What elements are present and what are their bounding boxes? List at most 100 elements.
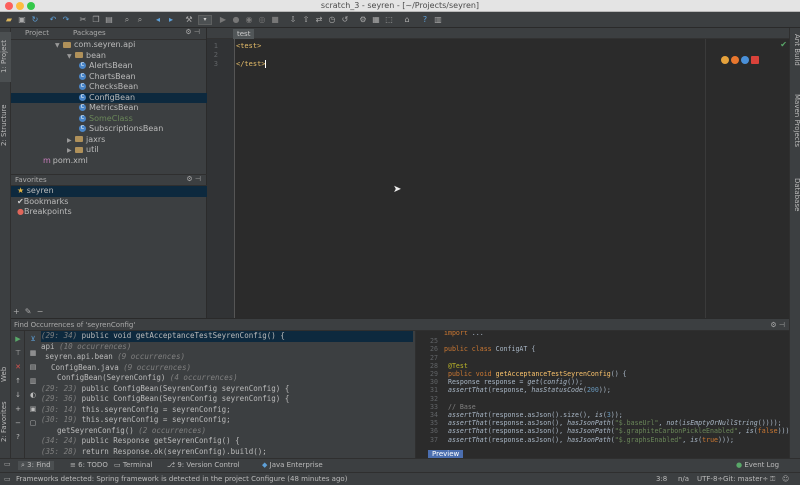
occurrence-row[interactable]: (29: 34) public void getAcceptanceTestSe… [41, 331, 413, 342]
pin-icon[interactable]: ⊤ [14, 349, 22, 357]
tree-item[interactable]: ▼ bean [11, 51, 207, 62]
settings-icon[interactable]: ⚙ [358, 15, 368, 25]
tree-item[interactable]: ▶ jaxrs [11, 135, 207, 146]
line-separator[interactable]: n/a [678, 475, 689, 483]
filter-icon[interactable]: ⊻ [29, 335, 37, 343]
tab-ant-build[interactable]: Ant Build [790, 34, 800, 84]
merge-icon[interactable]: ▣ [29, 405, 37, 413]
occurrence-row[interactable]: ConfigBean.java (9 occurrences) [41, 363, 413, 374]
chevron-down-icon[interactable]: ▼ [55, 42, 61, 49]
opera-icon[interactable] [751, 56, 759, 64]
tab-terminal[interactable]: ▭ Terminal [114, 461, 152, 469]
occurrence-row[interactable]: (29: 23) public ConfigBean(SeyrenConfig … [41, 384, 413, 395]
tree-item[interactable]: C ConfigBean [11, 92, 207, 103]
panel-toggle-icon[interactable]: ▭ [4, 460, 11, 468]
caret-position[interactable]: 3:8 [656, 475, 667, 483]
group-method-icon[interactable]: ◐ [29, 391, 37, 399]
close-find-icon[interactable]: ✕ [14, 363, 22, 371]
lock-icon[interactable]: ⚿ [770, 475, 775, 484]
find-icon[interactable]: ⌕ [122, 15, 132, 25]
coverage-icon[interactable]: ◉ [244, 15, 254, 25]
tree-item[interactable]: C ChecksBean [11, 82, 207, 93]
tree-item[interactable]: C MetricsBean [11, 103, 207, 114]
occurrence-row[interactable]: (29: 36) public ConfigBean(SeyrenConfig … [41, 394, 413, 405]
help-icon[interactable]: ? [420, 15, 430, 25]
tab-event-log[interactable]: ● Event Log [736, 461, 779, 469]
tree-item[interactable]: C AlertsBean [11, 61, 207, 72]
favorites-settings-icon[interactable]: ⚙ ⊣ [186, 175, 201, 183]
collapse-all-icon[interactable]: − [14, 419, 22, 427]
git-branch[interactable]: Git: master÷ [723, 475, 768, 483]
code-area[interactable] [235, 39, 705, 318]
make-project-icon[interactable]: ⚒ [184, 15, 194, 25]
occurrence-row[interactable]: (30: 14) this.seyrenConfig = seyrenConfi… [41, 405, 413, 416]
group-module-icon[interactable]: ▦ [29, 349, 37, 357]
inspection-ok-icon[interactable]: ✔ [780, 40, 787, 49]
stop-icon[interactable]: ■ [270, 15, 280, 25]
tab-packages-view[interactable]: Packages [73, 29, 106, 37]
occurrence-row[interactable]: (34: 24) public Response getSeyrenConfig… [41, 436, 413, 447]
preview-toggle-icon[interactable]: ▢ [29, 419, 37, 427]
cut-icon[interactable]: ✂ [78, 15, 88, 25]
favorite-item[interactable]: ✔Bookmarks [11, 197, 207, 208]
run-icon[interactable]: ▶ [218, 15, 228, 25]
paste-icon[interactable]: ▤ [104, 15, 114, 25]
previous-occurrence-icon[interactable]: ↑ [14, 377, 22, 385]
revert-icon[interactable]: ↺ [340, 15, 350, 25]
occurrence-row[interactable]: api (10 occurrences) [41, 342, 413, 353]
safari-icon[interactable] [741, 56, 749, 64]
undo-icon[interactable]: ↶ [48, 15, 58, 25]
editor-tab-test[interactable]: test [233, 29, 255, 39]
tab-java-enterprise[interactable]: ◆ Java Enterprise [262, 461, 323, 469]
tab-project-view[interactable]: Project [25, 29, 49, 37]
help-icon[interactable]: ? [14, 433, 22, 441]
forward-icon[interactable]: ▸ [166, 15, 176, 25]
sync-icon[interactable]: ↻ [30, 15, 40, 25]
tab-web[interactable]: Web [0, 364, 11, 384]
file-encoding[interactable]: UTF-8÷ [697, 475, 723, 483]
status-message[interactable]: Frameworks detected: Spring framework is… [16, 475, 347, 483]
profile-icon[interactable]: ◎ [257, 15, 267, 25]
occurrence-row[interactable]: ConfigBean(SeyrenConfig) (4 occurrences) [41, 373, 413, 384]
tree-item[interactable]: C SomeClass [11, 114, 207, 125]
vcs-commit-icon[interactable]: ⇧ [301, 15, 311, 25]
status-bar-toggle-icon[interactable]: ▭ [4, 475, 11, 483]
chevron-right-icon[interactable]: ▶ [67, 147, 73, 154]
tab-version-control[interactable]: ⎇ 9: Version Control [167, 461, 240, 469]
android-icon[interactable]: ⌂ [402, 15, 412, 25]
favorite-item[interactable]: ●Breakpoints [11, 207, 207, 218]
occurrence-row[interactable]: (30: 19) this.seyrenConfig = seyrenConfi… [41, 415, 413, 426]
expand-all-icon[interactable]: + [14, 405, 22, 413]
rerun-icon[interactable]: ▶ [14, 335, 22, 343]
tab-favorites[interactable]: 2: Favorites [0, 396, 11, 448]
group-file-icon[interactable]: ▥ [29, 377, 37, 385]
tab-project[interactable]: 1: Project [0, 32, 11, 82]
occurrence-row[interactable]: seyren.api.bean (9 occurrences) [41, 352, 413, 363]
debug-icon[interactable]: ● [231, 15, 241, 25]
back-icon[interactable]: ◂ [153, 15, 163, 25]
tab-todo[interactable]: ≡ 6: TODO [70, 461, 108, 469]
group-package-icon[interactable]: ▤ [29, 363, 37, 371]
chrome-icon[interactable] [721, 56, 729, 64]
replace-icon[interactable]: ⌕ [135, 15, 145, 25]
tab-database[interactable]: Database [790, 178, 800, 224]
occurrence-row[interactable]: getSeyrenConfig() (2 occurrences) [41, 426, 413, 437]
inspector-icon[interactable]: ☺ [782, 475, 789, 483]
history-icon[interactable]: ◷ [327, 15, 337, 25]
copy-icon[interactable]: ❐ [91, 15, 101, 25]
tree-item[interactable]: C SubscriptionsBean [11, 124, 207, 135]
sdk-icon[interactable]: ⬚ [384, 15, 394, 25]
tasks-icon[interactable]: ▥ [433, 15, 443, 25]
remove-icon[interactable]: − [37, 307, 44, 316]
tree-item[interactable]: m pom.xml [11, 156, 207, 167]
tree-item[interactable]: ▼ com.seyren.api [11, 40, 207, 51]
run-config-select[interactable]: ▾ [198, 15, 212, 25]
open-folder-icon[interactable]: ▰ [4, 15, 14, 25]
chevron-right-icon[interactable]: ▶ [67, 137, 73, 144]
save-icon[interactable]: ▣ [17, 15, 27, 25]
compare-icon[interactable]: ⇄ [314, 15, 324, 25]
chevron-down-icon[interactable]: ▼ [67, 53, 73, 60]
project-structure-icon[interactable]: ▦ [371, 15, 381, 25]
tab-structure[interactable]: 2: Structure [0, 96, 11, 154]
tab-find[interactable]: ⌕ 3: Find [18, 461, 54, 470]
